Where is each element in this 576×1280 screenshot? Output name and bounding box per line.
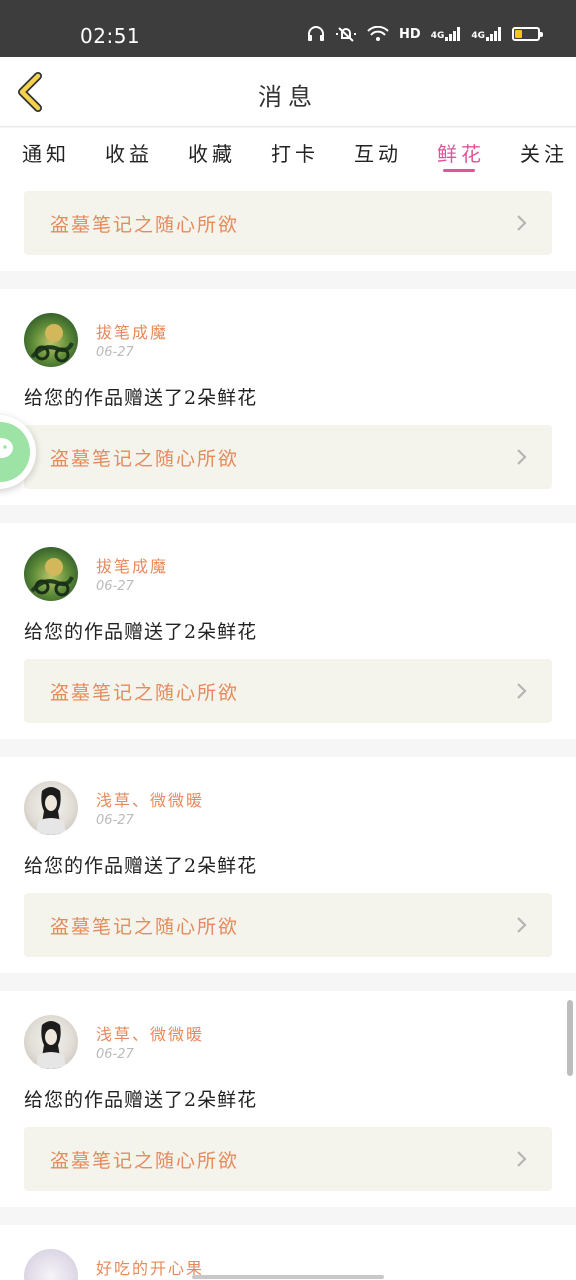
work-link[interactable]: 盗墓笔记之随心所欲 <box>24 893 552 957</box>
headphone-icon <box>307 26 325 42</box>
chevron-right-icon <box>517 683 527 699</box>
wechat-icon <box>0 438 13 458</box>
tab-flowers[interactable]: 鲜花 <box>437 128 485 178</box>
status-time: 02:51 <box>80 24 141 48</box>
list-item: 拔笔成魔 06-27 给您的作品赠送了2朵鲜花 盗墓笔记之随心所欲 <box>0 289 576 505</box>
mute-bell-icon <box>335 26 357 42</box>
avatar[interactable] <box>24 1249 78 1280</box>
avatar[interactable] <box>24 313 78 367</box>
list-item: 浅草、微微暖 06-27 给您的作品赠送了2朵鲜花 盗墓笔记之随心所欲 <box>0 757 576 973</box>
status-bar: 02:51 HD 4G 4G <box>0 0 576 57</box>
tab-checkin[interactable]: 打卡 <box>271 128 319 178</box>
header: 消息 <box>0 57 576 127</box>
username[interactable]: 拔笔成魔 <box>96 553 168 577</box>
chevron-right-icon <box>517 215 527 231</box>
status-icons: HD 4G 4G <box>307 26 543 42</box>
avatar[interactable] <box>24 547 78 601</box>
page-title: 消息 <box>258 83 318 111</box>
scrollbar[interactable] <box>567 1000 573 1076</box>
tab-active-indicator <box>443 169 475 172</box>
username[interactable]: 好吃的开心果 <box>96 1255 204 1279</box>
date: 06-27 <box>96 579 134 594</box>
work-title: 盗墓笔记之随心所欲 <box>50 448 240 470</box>
chevron-right-icon <box>517 917 527 933</box>
list-item: 盗墓笔记之随心所欲 <box>0 178 576 271</box>
tab-notifications[interactable]: 通知 <box>22 128 70 178</box>
list-item: 好吃的开心果 <box>0 1225 576 1280</box>
message-text: 给您的作品赠送了2朵鲜花 <box>24 621 258 643</box>
tab-favorites[interactable]: 收藏 <box>188 128 236 178</box>
work-title: 盗墓笔记之随心所欲 <box>50 916 240 938</box>
home-indicator[interactable] <box>192 1275 384 1279</box>
work-title: 盗墓笔记之随心所欲 <box>50 682 240 704</box>
date: 06-27 <box>96 1047 134 1062</box>
chevron-right-icon <box>517 449 527 465</box>
message-text: 给您的作品赠送了2朵鲜花 <box>24 855 258 877</box>
tab-bar: 通知 收益 收藏 打卡 互动 鲜花 关注 <box>0 128 576 178</box>
battery-icon <box>512 27 543 41</box>
avatar[interactable] <box>24 781 78 835</box>
username[interactable]: 浅草、微微暖 <box>96 787 204 811</box>
work-link[interactable]: 盗墓笔记之随心所欲 <box>24 191 552 255</box>
signal-2-icon: 4G <box>471 27 502 41</box>
work-link[interactable]: 盗墓笔记之随心所欲 <box>24 659 552 723</box>
avatar[interactable] <box>24 1015 78 1069</box>
work-link[interactable]: 盗墓笔记之随心所欲 <box>24 425 552 489</box>
username[interactable]: 拔笔成魔 <box>96 319 168 343</box>
wifi-icon <box>367 26 389 42</box>
flower-message-list: 盗墓笔记之随心所欲 拔笔成魔 06-27 给您的作品赠送了2朵鲜花 盗墓笔记之随… <box>0 178 576 1280</box>
work-title: 盗墓笔记之随心所欲 <box>50 1150 240 1172</box>
message-text: 给您的作品赠送了2朵鲜花 <box>24 1089 258 1111</box>
tab-follow[interactable]: 关注 <box>520 128 568 178</box>
signal-1-icon: 4G <box>431 27 462 41</box>
work-title: 盗墓笔记之随心所欲 <box>50 214 240 236</box>
list-item: 拔笔成魔 06-27 给您的作品赠送了2朵鲜花 盗墓笔记之随心所欲 <box>0 523 576 739</box>
username[interactable]: 浅草、微微暖 <box>96 1021 204 1045</box>
hd-label: HD <box>399 26 421 42</box>
list-item: 浅草、微微暖 06-27 给您的作品赠送了2朵鲜花 盗墓笔记之随心所欲 <box>0 991 576 1207</box>
date: 06-27 <box>96 813 134 828</box>
work-link[interactable]: 盗墓笔记之随心所欲 <box>24 1127 552 1191</box>
tab-interaction[interactable]: 互动 <box>354 128 402 178</box>
chevron-right-icon <box>517 1151 527 1167</box>
message-text: 给您的作品赠送了2朵鲜花 <box>24 387 258 409</box>
date: 06-27 <box>96 345 134 360</box>
tab-earnings[interactable]: 收益 <box>105 128 153 178</box>
